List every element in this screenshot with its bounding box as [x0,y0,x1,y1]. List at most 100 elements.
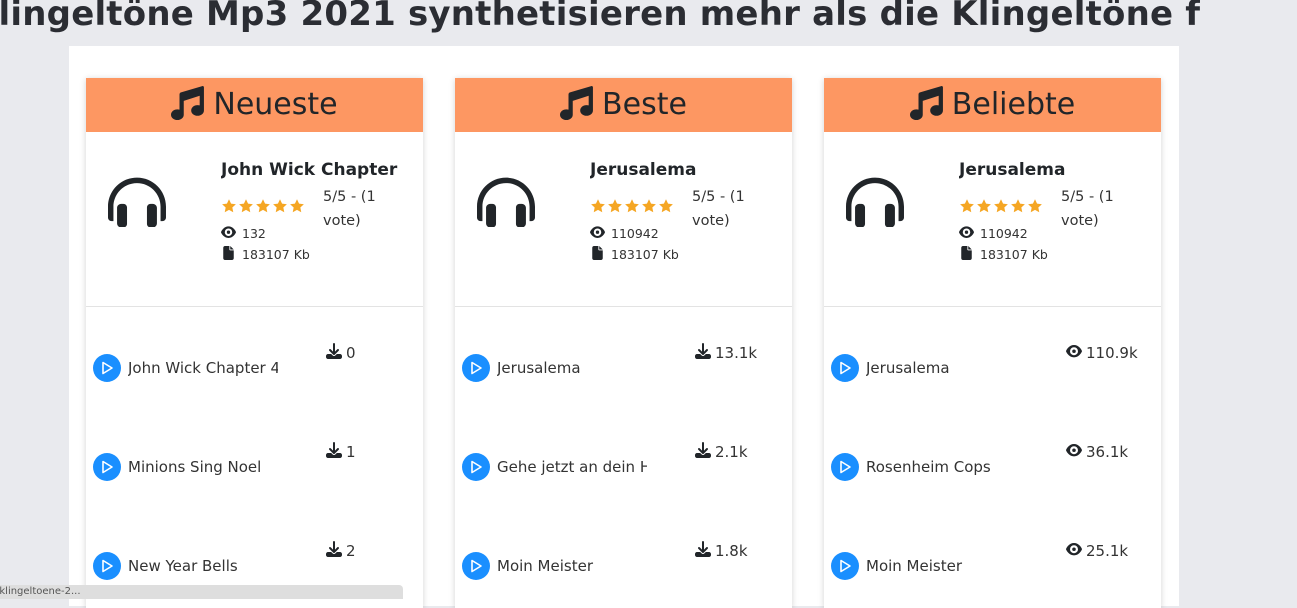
card-header: Neueste [86,78,423,132]
ringtone-link[interactable]: Jerusalema [497,359,647,377]
star-icon[interactable] [1027,198,1043,218]
download-count: 2 [326,541,356,561]
count-value: 13.1k [715,344,758,362]
play-button[interactable] [93,552,121,580]
views-meta: 132 [221,225,266,242]
download-count: 13.1k [695,343,757,363]
download-count: 2.1k [695,442,748,462]
star-icon[interactable] [590,198,606,218]
rating-stars[interactable] [590,198,674,218]
rating-text: 5/5 - (1 vote) [692,189,745,229]
file-icon [221,246,236,263]
list-item: Gehe jetzt an dein Handy ran 2.1k [462,442,782,489]
featured-ringtone[interactable]: Jerusalema 5/5 - (1 vote) 110942 183107 Kb [824,132,1161,307]
browser-status-bar: /klingeltoene-2... [0,585,403,599]
status-url: /klingeltoene-2... [0,586,81,597]
file-size: 183107 Kb [980,247,1048,262]
eye-icon [590,225,605,242]
card-neueste: Neueste John Wick Chapter 4 5/5 - (1 vote)… [86,78,423,608]
eye-icon [959,225,974,242]
views-meta: 110942 [959,225,1028,242]
star-icon[interactable] [289,198,305,218]
page-scrollbar[interactable] [1287,0,1297,594]
count-value: 36.1k [1086,443,1129,461]
count-value: 0 [346,344,356,362]
ringtone-link[interactable]: Gehe jetzt an dein Handy ran [497,458,647,476]
star-icon[interactable] [976,198,992,218]
size-meta: 183107 Kb [590,246,679,263]
count-value: 110.9k [1086,344,1138,362]
play-button[interactable] [462,453,490,481]
card-title: Beste [602,87,687,122]
featured-title[interactable]: Jerusalema [959,160,1139,180]
size-meta: 183107 Kb [959,246,1048,263]
play-button[interactable] [831,552,859,580]
eye-icon [1066,343,1082,363]
count-value: 2.1k [715,443,748,461]
size-meta: 183107 Kb [221,246,310,263]
star-icon[interactable] [255,198,271,218]
star-icon[interactable] [959,198,975,218]
ringtone-link[interactable]: John Wick Chapter 4 [128,359,278,377]
download-icon [695,541,711,561]
file-icon [590,246,605,263]
list-item: New Year Bells 2 [93,541,413,588]
play-button[interactable] [462,354,490,382]
music-note-icon [909,86,944,124]
star-icon[interactable] [641,198,657,218]
star-icon[interactable] [272,198,288,218]
view-count: 110.9k [1066,343,1138,363]
download-icon [326,343,342,363]
list-item: Jerusalema 110.9k [831,344,1151,390]
count-value: 1 [346,443,356,461]
download-icon [326,442,342,462]
ringtone-link[interactable]: Minions Sing Noel [128,458,278,476]
featured-title[interactable]: Jerusalema [590,160,770,180]
count-value: 25.1k [1086,542,1129,560]
star-icon[interactable] [607,198,623,218]
headphones-icon [846,174,904,228]
list-item: Moin Meister 1.8k [462,541,782,588]
eye-icon [1066,541,1082,561]
play-button[interactable] [831,453,859,481]
view-count: 36.1k [1066,442,1128,462]
download-count: 1.8k [695,541,748,561]
ringtone-link[interactable]: Rosenheim Cops [866,458,1016,476]
count-value: 2 [346,542,356,560]
featured-title[interactable]: John Wick Chapter 4 [221,160,401,180]
list-item: John Wick Chapter 4 0 [93,343,413,390]
featured-ringtone[interactable]: Jerusalema 5/5 - (1 vote) 110942 183107 Kb [455,132,792,307]
star-icon[interactable] [221,198,237,218]
play-button[interactable] [93,453,121,481]
download-icon [695,442,711,462]
star-icon[interactable] [993,198,1009,218]
star-icon[interactable] [238,198,254,218]
ringtone-link[interactable]: New Year Bells [128,557,278,575]
rating-stars[interactable] [221,198,305,218]
play-button[interactable] [462,552,490,580]
star-icon[interactable] [658,198,674,218]
eye-icon [1066,442,1082,462]
headline-text: Klingeltöne Mp3 2021 synthetisieren mehr… [0,0,1200,34]
music-note-icon [560,86,594,124]
page-headline: Klingeltöne Mp3 2021 synthetisieren mehr… [0,0,1200,40]
views-meta: 110942 [590,225,659,242]
play-button[interactable] [93,354,121,382]
views-count: 110942 [611,226,659,241]
eye-icon [221,225,236,242]
rating-text: 5/5 - (1 vote) [323,189,376,229]
star-icon[interactable] [1010,198,1026,218]
card-header: Beliebte [824,78,1161,132]
ringtone-link[interactable]: Moin Meister [866,557,1016,575]
card-beste: Beste Jerusalema 5/5 - (1 vote) 110942 18310… [455,78,792,608]
star-icon[interactable] [624,198,640,218]
ringtone-link[interactable]: Moin Meister [497,557,647,575]
card-title: Neueste [213,87,338,122]
download-icon [695,343,711,363]
featured-ringtone[interactable]: John Wick Chapter 4 5/5 - (1 vote) 132 1831… [86,132,423,307]
ringtone-link[interactable]: Jerusalema [866,359,1016,377]
play-button[interactable] [831,354,859,382]
rating-stars[interactable] [959,198,1043,218]
rating-text: 5/5 - (1 vote) [1061,189,1114,229]
download-icon [326,541,342,561]
